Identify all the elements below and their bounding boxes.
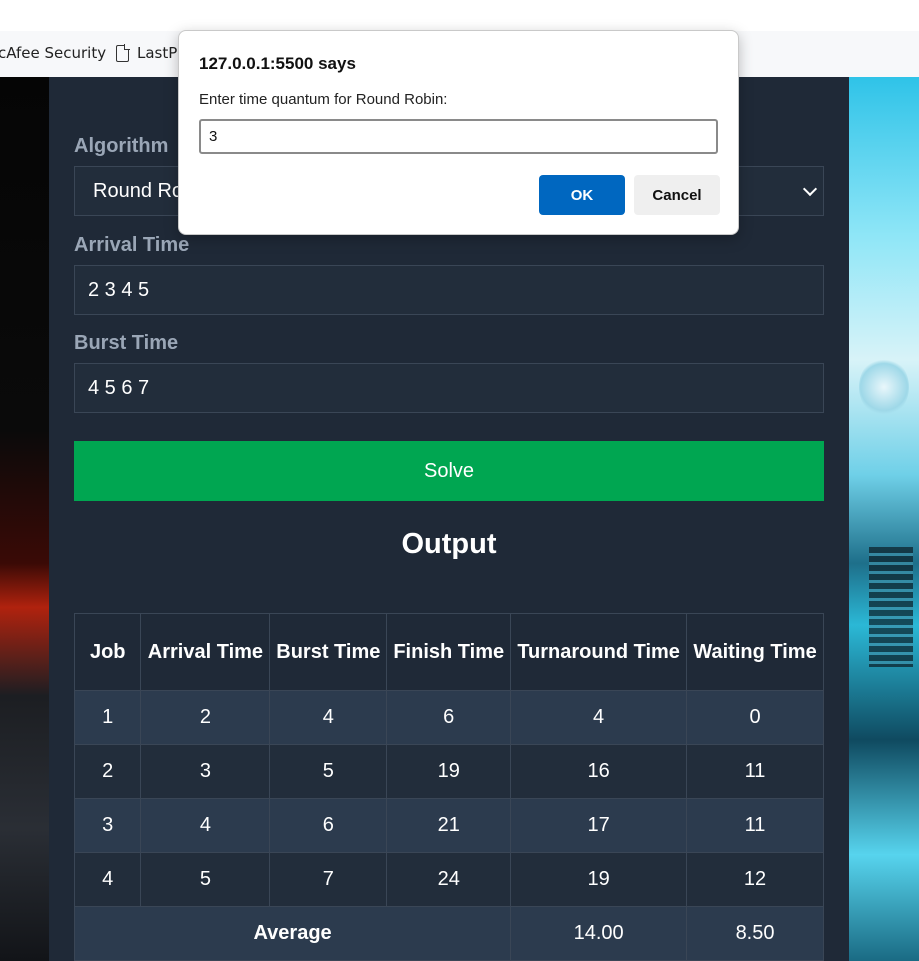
cell-turnaround: 19 (510, 852, 688, 907)
cell-job: 4 (73, 852, 142, 907)
background-image-left (0, 77, 49, 961)
cell-arrival: 5 (140, 852, 271, 907)
average-waiting: 8.50 (686, 906, 824, 961)
cell-finish: 6 (386, 690, 512, 745)
ok-button[interactable]: OK (539, 175, 625, 215)
cell-burst: 6 (269, 798, 388, 853)
table-row: 4 5 7 24 19 12 (73, 852, 824, 907)
output-title: Output (401, 528, 497, 560)
burst-time-value: 4 5 6 7 (88, 376, 150, 399)
cell-burst: 5 (269, 744, 388, 799)
cell-finish: 24 (386, 852, 512, 907)
dialog-title: 127.0.0.1:5500 says (199, 54, 356, 73)
burst-time-input[interactable]: 4 5 6 7 (74, 363, 824, 413)
results-table: Job Arrival Time Burst Time Finish Time … (73, 613, 824, 961)
header-finish-time: Finish Time (386, 613, 512, 691)
header-job: Job (73, 613, 142, 691)
cell-burst: 4 (269, 690, 388, 745)
cell-arrival: 3 (140, 744, 271, 799)
arrival-time-label: Arrival Time (74, 234, 190, 256)
average-turnaround: 14.00 (510, 906, 688, 961)
average-label: Average (73, 906, 512, 961)
bookmark-lastpass[interactable]: LastP (116, 43, 178, 62)
table-row: 1 2 4 6 4 0 (73, 690, 824, 745)
table-row: 3 4 6 21 17 11 (73, 798, 824, 853)
arrival-time-value: 2 3 4 5 (88, 278, 150, 301)
header-arrival-time: Arrival Time (140, 613, 271, 691)
header-burst-time: Burst Time (269, 613, 388, 691)
background-image-right (849, 77, 919, 961)
cell-job: 1 (73, 690, 142, 745)
cell-waiting: 0 (686, 690, 824, 745)
cell-waiting: 11 (686, 744, 824, 799)
table-header-row: Job Arrival Time Burst Time Finish Time … (73, 613, 824, 691)
cell-waiting: 11 (686, 798, 824, 853)
algorithm-select-value: Round Ro (93, 179, 184, 202)
dialog-message: Enter time quantum for Round Robin: (199, 91, 448, 108)
arrival-time-input[interactable]: 2 3 4 5 (74, 265, 824, 315)
cell-arrival: 4 (140, 798, 271, 853)
table-row: 2 3 5 19 16 11 (73, 744, 824, 799)
cell-turnaround: 16 (510, 744, 688, 799)
prompt-dialog: 127.0.0.1:5500 says Enter time quantum f… (178, 30, 739, 235)
average-row: Average 14.00 8.50 (73, 906, 824, 961)
header-turnaround-time: Turnaround Time (510, 613, 688, 691)
cell-burst: 7 (269, 852, 388, 907)
cell-finish: 19 (386, 744, 512, 799)
algorithm-label: Algorithm (74, 135, 169, 157)
cell-arrival: 2 (140, 690, 271, 745)
cancel-button[interactable]: Cancel (634, 175, 720, 215)
cell-job: 2 (73, 744, 142, 799)
header-waiting-time: Waiting Time (686, 613, 824, 691)
browser-top-bar (0, 0, 919, 31)
document-icon (116, 43, 130, 62)
cell-turnaround: 4 (510, 690, 688, 745)
chevron-down-icon (802, 181, 818, 197)
bookmark-mcafee[interactable]: cAfee Security (0, 44, 106, 62)
cell-turnaround: 17 (510, 798, 688, 853)
cell-job: 3 (73, 798, 142, 853)
bookmark-lastpass-label: LastP (137, 44, 178, 62)
cell-finish: 21 (386, 798, 512, 853)
burst-time-label: Burst Time (74, 332, 179, 354)
time-quantum-input[interactable] (199, 119, 718, 154)
cell-waiting: 12 (686, 852, 824, 907)
solve-button[interactable]: Solve (74, 441, 824, 501)
